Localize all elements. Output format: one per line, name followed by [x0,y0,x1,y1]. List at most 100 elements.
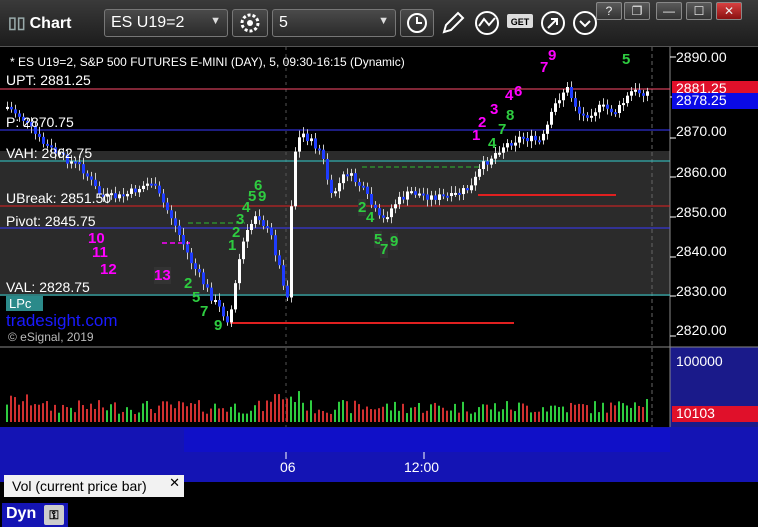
candle-body [262,220,265,227]
volume-bar [86,408,88,422]
seq-num-green: 4 [488,135,497,152]
candle-body [70,161,73,164]
candle-body [346,174,349,177]
volume-bar [30,405,32,422]
candle-body [266,226,269,229]
last-price-value: 2878.25 [676,92,727,108]
volume-bar [466,411,468,422]
candle-body [282,265,285,286]
time-label: 12:00 [404,459,440,475]
volume-bar [246,413,248,422]
candle-body [206,284,209,288]
volume-axis-max: 100000 [676,353,723,369]
help-button[interactable]: ? [596,2,622,20]
candle-body [638,89,641,94]
volume-bar [194,403,196,422]
volume-bar [190,403,192,422]
volume-bar [154,413,156,422]
seq-num-green: 4 [366,209,375,226]
volume-bar [166,401,168,422]
get-data-icon[interactable]: GET [506,12,534,34]
candle-body [114,193,117,199]
candle-body [646,91,649,96]
minimize-button[interactable]: — [656,2,682,20]
volume-bar [206,413,208,422]
gear-icon [240,13,260,33]
volume-bar [118,413,120,422]
candle-body [434,195,437,200]
level-label-vah: VAH: 2862.75 [6,145,93,161]
volume-bar [342,400,344,422]
candle-body [342,174,345,184]
volume-bar [514,411,516,422]
candle-body [402,196,405,200]
candle-body [178,225,181,235]
settings-button[interactable] [232,9,268,37]
volume-bar [490,409,492,422]
candle-body [94,179,97,187]
volume-bar [178,401,180,422]
volume-bar [582,404,584,422]
volume-bar [510,409,512,422]
volume-bar [322,410,324,422]
candle-body [286,285,289,298]
lock-icon[interactable]: ⚿ [44,505,64,525]
candle-body [410,191,413,194]
restore-panel-button[interactable]: ❐ [624,2,650,20]
volume-bar [174,408,176,422]
candle-body [122,194,125,197]
volume-bar [270,401,272,422]
candle-body [510,143,513,146]
volume-bar [66,407,68,422]
candle-body [166,202,169,211]
candle-body [602,104,605,107]
candle-body [506,143,509,148]
candle-body [554,103,557,112]
close-icon[interactable]: ✕ [169,475,180,491]
candle-body [142,185,145,189]
chevron-down-circle-icon[interactable] [572,10,598,36]
volume-bar [402,403,404,422]
time-button[interactable] [400,9,434,37]
seq-num: 11 [92,244,108,261]
volume-bar [42,403,44,422]
volume-bar [234,403,236,422]
maximize-button[interactable]: ☐ [686,2,712,20]
volume-bar [606,412,608,422]
dynamic-button[interactable]: Dyn ⚿ [2,503,68,527]
draw-pencil-icon[interactable] [440,10,466,36]
candle-body [258,216,261,221]
candle-body [42,136,45,144]
volume-bar [458,412,460,422]
candle-body [270,227,273,236]
candle-body [458,192,461,195]
study-wave-icon[interactable] [474,10,500,36]
level-label-val: VAL: 2828.75 [6,279,90,295]
volume-bar [18,404,20,422]
seq-num: 9 [548,47,557,64]
level-label-pivot: Pivot: 2845.75 [6,213,96,229]
volume-bar [646,399,648,422]
axis-price: 2860.00 [676,164,727,180]
volume-bar [366,406,368,422]
volume-caption: Vol (current price bar) ✕ [4,475,184,497]
candle-body [130,188,133,194]
symbol-combo[interactable]: ES U19=2 ▼ [104,9,228,37]
close-button[interactable]: ✕ [716,2,742,20]
candle-body [594,112,597,116]
candle-body [630,91,633,96]
candle-body [466,188,469,191]
volume-bar [242,413,244,422]
candle-body [558,100,561,104]
volume-bar [82,405,84,422]
volume-bar [198,400,200,422]
link-arrow-icon[interactable] [540,10,566,36]
chevron-down-icon: ▼ [378,15,389,27]
volume-bar [278,394,280,422]
interval-combo[interactable]: 5 ▼ [272,9,396,37]
volume-bar [562,406,564,422]
volume-bar [546,411,548,422]
volume-bar [354,400,356,422]
volume-bar [306,410,308,422]
candle-body [134,188,137,193]
